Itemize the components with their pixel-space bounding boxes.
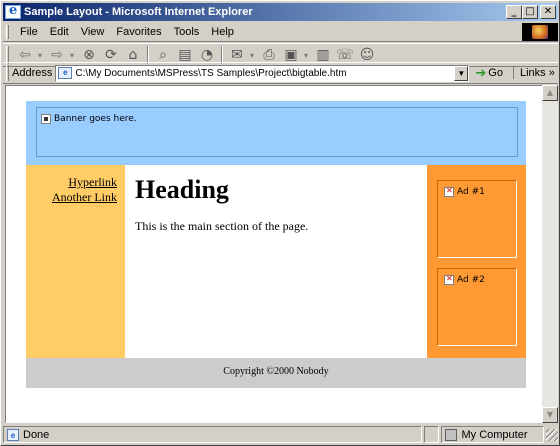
left-nav-column: Hyperlink Another Link — [26, 165, 125, 358]
address-url[interactable]: C:\My Documents\MSPress\TS Samples\Proje… — [75, 68, 454, 79]
banner-placeholder: Banner goes here. — [41, 114, 137, 124]
my-computer-icon — [445, 428, 458, 441]
address-dropdown-icon[interactable]: ▼ — [454, 65, 469, 81]
windows-logo — [522, 22, 558, 41]
browser-window: Sample Layout - Microsoft Internet Explo… — [0, 0, 560, 446]
go-button[interactable]: ➔ Go — [475, 66, 503, 81]
status-zone-pane: My Computer — [441, 426, 545, 443]
scroll-up-icon[interactable]: ▲ — [542, 85, 558, 101]
address-field[interactable]: e C:\My Documents\MSPress\TS Samples\Pro… — [55, 64, 470, 82]
status-main-pane: e Done — [3, 426, 422, 443]
ad-text-1: Ad #1 — [457, 187, 485, 197]
ad-text-2: Ad #2 — [457, 275, 485, 285]
edit-dropdown-icon[interactable]: ▾ — [302, 51, 310, 60]
main-column: Heading This is the main section of the … — [125, 165, 427, 358]
maximize-button[interactable]: □ — [522, 5, 538, 19]
page-viewport: Banner goes here. Hyperlink Another Link… — [5, 85, 543, 423]
ad-slot-2: Ad #2 — [437, 268, 517, 346]
zone-text: My Computer — [461, 428, 528, 441]
mail-dropdown-icon[interactable]: ▾ — [248, 51, 256, 60]
address-bar: Address e C:\My Documents\MSPress\TS Sam… — [3, 62, 558, 84]
ad-slot-1: Ad #1 — [437, 180, 517, 258]
minimize-button[interactable]: _ — [506, 5, 522, 19]
banner-text: Banner goes here. — [54, 114, 137, 124]
broken-image-icon — [41, 114, 51, 124]
go-arrow-icon: ➔ — [475, 65, 487, 81]
go-label: Go — [488, 67, 503, 79]
menu-bar: File Edit View Favorites Tools Help — [3, 22, 558, 42]
page-icon: e — [58, 67, 73, 79]
ad-column: Ad #1 Ad #2 — [427, 165, 526, 358]
banner-row: Banner goes here. — [26, 101, 526, 165]
ad-label-1: Ad #1 — [444, 186, 485, 197]
layout-table: Banner goes here. Hyperlink Another Link… — [26, 101, 526, 388]
status-text: Done — [23, 428, 50, 441]
menu-favorites[interactable]: Favorites — [110, 26, 167, 38]
address-label: Address — [12, 67, 53, 79]
menubar-grip[interactable] — [6, 24, 9, 39]
addressbar-grip[interactable] — [6, 65, 9, 81]
page-heading: Heading — [135, 175, 229, 204]
another-link-link[interactable]: Another Link — [26, 190, 117, 205]
footer-row: Copyright ©2000 Nobody — [26, 358, 526, 388]
back-dropdown-icon[interactable]: ▾ — [36, 51, 44, 60]
status-bar: e Done My Computer — [3, 425, 558, 444]
window-title: Sample Layout - Microsoft Internet Explo… — [24, 6, 253, 18]
vertical-scrollbar[interactable]: ▲ ▼ — [542, 85, 558, 423]
window-controls: _ □ ✕ — [506, 5, 556, 19]
scroll-down-icon[interactable]: ▼ — [542, 407, 558, 423]
title-bar[interactable]: Sample Layout - Microsoft Internet Explo… — [3, 3, 558, 21]
menu-edit[interactable]: Edit — [44, 26, 75, 38]
status-empty-pane — [423, 426, 440, 443]
menu-file[interactable]: File — [14, 26, 44, 38]
missing-image-icon — [444, 274, 454, 285]
menu-tools[interactable]: Tools — [168, 26, 206, 38]
close-button[interactable]: ✕ — [540, 5, 556, 19]
links-button[interactable]: Links » — [512, 67, 555, 79]
main-body-text: This is the main section of the page. — [135, 219, 309, 233]
forward-dropdown-icon[interactable]: ▾ — [68, 51, 76, 60]
page-done-icon: e — [7, 428, 19, 441]
banner-frame: Banner goes here. — [36, 107, 518, 157]
menu-view[interactable]: View — [75, 26, 111, 38]
throbber-icon — [532, 24, 548, 39]
ad-label-2: Ad #2 — [444, 274, 485, 285]
resize-grip[interactable] — [546, 428, 558, 441]
ie-icon[interactable] — [5, 3, 21, 19]
menu-help[interactable]: Help — [205, 26, 240, 38]
missing-image-icon — [444, 186, 454, 197]
hyperlink-link[interactable]: Hyperlink — [26, 175, 117, 190]
